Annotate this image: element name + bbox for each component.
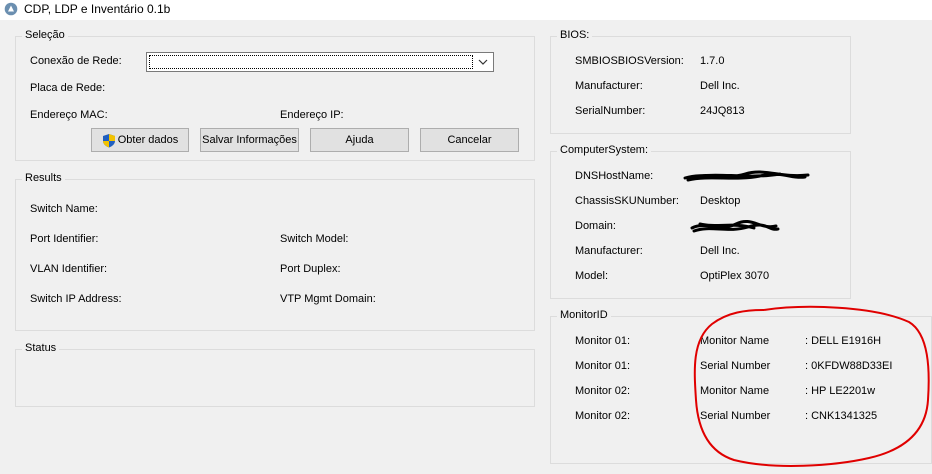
monitor-2-serial-label: Monitor 02: — [575, 410, 631, 422]
conexao-combobox[interactable] — [146, 52, 494, 72]
combo-focus-rect — [149, 55, 473, 69]
cs-manufacturer-label: Manufacturer: — [575, 245, 643, 257]
mac-label: Endereço MAC: — [30, 109, 108, 121]
salvar-informacoes-button[interactable]: Salvar Informações — [200, 128, 299, 152]
bios-version-value: 1.7.0 — [700, 55, 725, 67]
chevron-down-icon[interactable] — [475, 55, 491, 69]
bios-legend: BIOS: — [557, 29, 593, 41]
bios-manufacturer-label: Manufacturer: — [575, 80, 643, 92]
vtp-domain-label: VTP Mgmt Domain: — [280, 293, 376, 305]
placa-label: Placa de Rede: — [30, 82, 106, 94]
window-title: CDP, LDP e Inventário 0.1b — [24, 2, 171, 16]
selecao-legend: Seleção — [22, 29, 68, 41]
redaction-scribble-domain — [690, 220, 780, 233]
status-group: Status — [15, 342, 535, 407]
obter-dados-label: Obter dados — [117, 134, 179, 146]
port-identifier-label: Port Identifier: — [30, 233, 99, 245]
port-duplex-label: Port Duplex: — [280, 263, 341, 275]
chassis-sku-label: ChassisSKUNumber: — [575, 195, 679, 207]
monitor-2-name-label: Monitor 02: — [575, 385, 631, 397]
model-value: OptiPlex 3070 — [700, 270, 770, 282]
switch-name-label: Switch Name: — [30, 203, 98, 215]
domain-label: Domain: — [575, 220, 616, 232]
model-label: Model: — [575, 270, 609, 282]
obter-dados-button[interactable]: Obter dados — [91, 128, 189, 152]
chassis-sku-value: Desktop — [700, 195, 741, 207]
monitor-1-name-label: Monitor 01: — [575, 335, 631, 347]
ip-label: Endereço IP: — [280, 109, 344, 121]
switch-ip-label: Switch IP Address: — [30, 293, 122, 305]
results-legend: Results — [22, 172, 65, 184]
bios-serial-label: SerialNumber: — [575, 105, 646, 117]
switch-model-label: Switch Model: — [280, 233, 349, 245]
dns-hostname-label: DNSHostName: — [575, 170, 654, 182]
status-legend: Status — [22, 342, 60, 354]
conexao-label: Conexão de Rede: — [30, 55, 122, 67]
redaction-scribble-hostname — [683, 170, 810, 182]
cs-manufacturer-value: Dell Inc. — [700, 245, 740, 257]
cancelar-button[interactable]: Cancelar — [420, 128, 519, 152]
bios-version-label: SMBIOSBIOSVersion: — [575, 55, 684, 67]
vlan-identifier-label: VLAN Identifier: — [30, 263, 108, 275]
app-icon — [4, 2, 18, 16]
red-annotation-circle — [693, 305, 930, 467]
results-group: Results — [15, 172, 535, 331]
ajuda-button[interactable]: Ajuda — [310, 128, 409, 152]
monitor-1-serial-label: Monitor 01: — [575, 360, 631, 372]
bios-serial-value: 24JQ813 — [700, 105, 745, 117]
computer-system-legend: ComputerSystem: — [557, 144, 652, 156]
bios-manufacturer-value: Dell Inc. — [700, 80, 740, 92]
monitor-id-legend: MonitorID — [557, 309, 611, 321]
uac-shield-icon — [102, 133, 115, 147]
